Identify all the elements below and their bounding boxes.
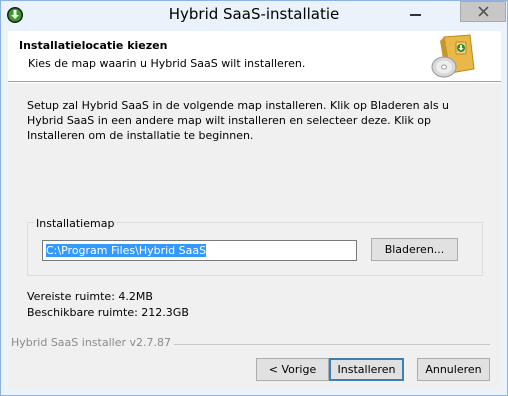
- window-title: Hybrid SaaS-installatie: [168, 5, 340, 23]
- cancel-button[interactable]: Annuleren: [417, 358, 490, 381]
- close-icon: [478, 6, 489, 17]
- title-bar[interactable]: Hybrid SaaS-installatie: [1, 1, 507, 31]
- space-required: Vereiste ruimte: 4.2MB: [27, 290, 153, 303]
- install-button[interactable]: Installeren: [329, 358, 404, 381]
- page-title: Installatielocatie kiezen: [19, 39, 168, 52]
- page-subtitle: Kies de map waarin u Hybrid SaaS wilt in…: [28, 57, 306, 70]
- back-button[interactable]: < Vorige: [256, 358, 329, 381]
- dialog-client-area: Installatielocatie kiezen Kies de map wa…: [8, 31, 501, 389]
- space-available: Beschikbare ruimte: 212.3GB: [27, 306, 189, 319]
- installer-branding: Hybrid SaaS installer v2.7.87: [11, 336, 174, 349]
- destination-path-value: C:\Program Files\Hybrid SaaS: [46, 244, 207, 257]
- installer-window: Hybrid SaaS-installatie Installatielocat…: [0, 0, 508, 396]
- header-divider: [8, 82, 501, 83]
- browse-button[interactable]: Bladeren...: [371, 238, 458, 261]
- destination-path-input[interactable]: C:\Program Files\Hybrid SaaS: [42, 240, 357, 261]
- instructions-text: Setup zal Hybrid SaaS in de volgende map…: [27, 99, 450, 142]
- page-header: Installatielocatie kiezen Kies de map wa…: [8, 31, 501, 82]
- installer-box-cd-icon: [431, 34, 475, 78]
- destination-folder-label: Installatiemap: [34, 217, 117, 230]
- close-button[interactable]: [460, 1, 506, 22]
- minimize-icon: [410, 14, 421, 16]
- minimize-button[interactable]: [403, 5, 429, 25]
